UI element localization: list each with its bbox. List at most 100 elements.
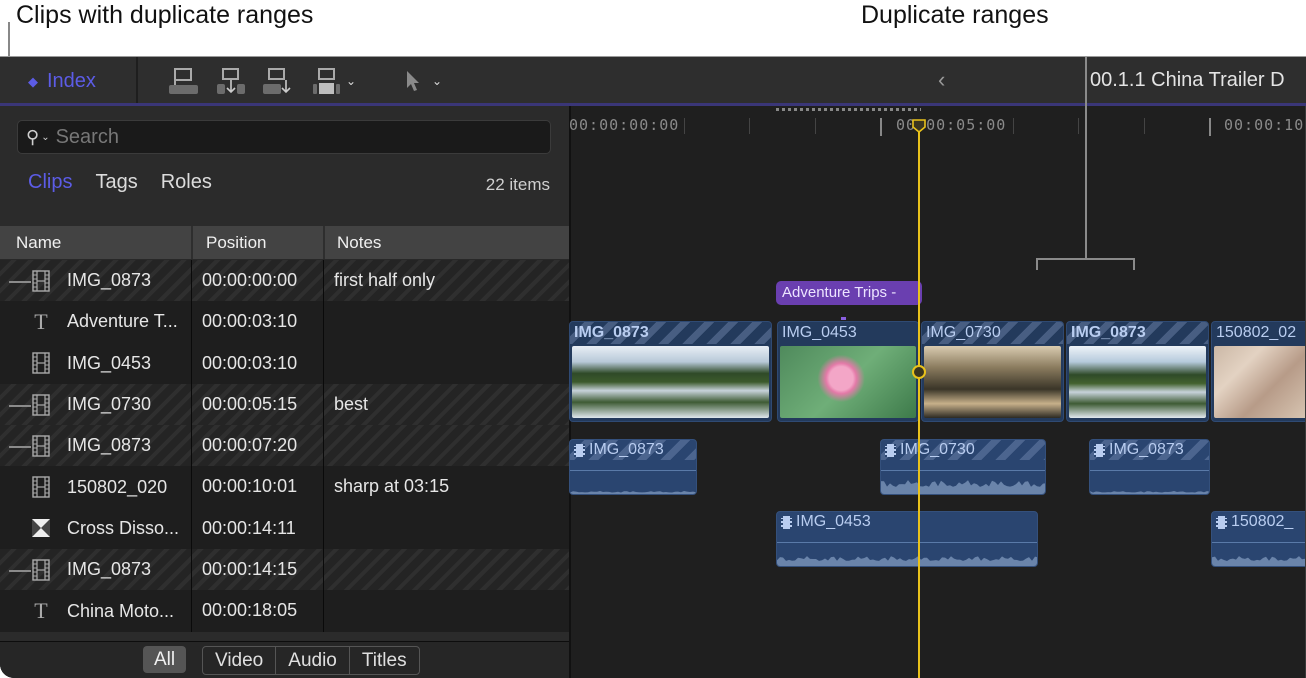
cell-notes[interactable]: first half only <box>323 260 569 302</box>
clip-name: 150802_ <box>1231 513 1294 530</box>
table-header: Name Position Notes <box>0 226 569 260</box>
select-tool-icon <box>407 71 419 91</box>
table-row[interactable]: 150802_020 00:00:10:01 sharp at 03:15 <box>0 466 569 508</box>
cell-position: 00:00:10:01 <box>191 466 323 508</box>
audio-clip[interactable]: IMG_0730 <box>880 439 1046 495</box>
audio-waveform <box>570 491 696 494</box>
audio-clip[interactable]: IMG_0873 <box>1089 439 1210 495</box>
connect-clip-button[interactable] <box>168 66 200 96</box>
timeline[interactable]: 00:00:00:00 00:00:05:00 00:00:10: Advent… <box>569 57 1306 678</box>
table-row[interactable]: IMG_0873 00:00:14:15 <box>0 549 569 591</box>
insert-clip-button[interactable] <box>216 66 246 96</box>
cell-notes[interactable] <box>323 590 569 632</box>
title-clip[interactable]: Adventure Trips - <box>776 281 922 305</box>
table-row[interactable]: T Adventure T... 00:00:03:10 <box>0 301 569 343</box>
back-chevron-icon[interactable]: ‹ <box>938 67 945 93</box>
search-options-chevron-icon[interactable]: ⌄ <box>41 132 49 143</box>
ruler-tick <box>1144 118 1145 134</box>
playhead-handle-icon[interactable] <box>912 119 926 133</box>
chevron-down-icon[interactable]: ⌄ <box>432 74 442 88</box>
clip-thumbnail <box>1069 346 1206 418</box>
range-indicator <box>776 108 921 111</box>
cell-position: 00:00:18:05 <box>191 590 323 632</box>
tab-tags[interactable]: Tags <box>95 171 137 194</box>
timeline-index-panel: ⚲ ⌄ Clips Tags Roles 22 items Name Posit… <box>0 106 569 678</box>
clip-name: IMG_0453 <box>67 352 152 373</box>
volume-line[interactable] <box>777 542 1037 543</box>
video-clip[interactable]: IMG_0873 <box>1066 321 1209 422</box>
film-icon <box>30 559 52 581</box>
tab-roles[interactable]: Roles <box>161 171 212 194</box>
ruler-timecode: 00:00:00:00 <box>569 116 680 134</box>
filter-video-button[interactable]: Video <box>203 647 277 674</box>
cell-name: Cross Disso... <box>0 508 191 549</box>
table-row[interactable]: Cross Disso... 00:00:14:11 <box>0 507 569 550</box>
playhead-position-dot <box>912 365 926 379</box>
video-clip[interactable]: IMG_0873 <box>569 321 772 422</box>
tab-clips[interactable]: Clips <box>28 171 72 194</box>
cell-notes[interactable] <box>323 342 569 384</box>
duplicate-connector <box>9 280 31 283</box>
clip-label: IMG_0730 <box>922 322 1063 344</box>
volume-line[interactable] <box>881 470 1045 471</box>
index-button[interactable]: ◆ Index <box>28 70 96 93</box>
clip-label: IMG_0730 <box>881 440 1045 460</box>
table-row[interactable]: T China Moto... 00:00:18:05 <box>0 590 569 632</box>
video-clip[interactable]: 150802_02 <box>1211 321 1306 422</box>
clip-name: IMG_0873 <box>589 441 664 458</box>
audio-clip[interactable]: IMG_0873 <box>569 439 697 495</box>
filter-audio-button[interactable]: Audio <box>276 647 350 674</box>
table-row[interactable]: IMG_0730 00:00:05:15 best <box>0 383 569 426</box>
column-header-name[interactable]: Name <box>0 226 191 259</box>
callout-duplicate-clips-label: Clips with duplicate ranges <box>16 1 314 29</box>
overwrite-clip-button[interactable]: ⌄ <box>312 66 356 96</box>
table-row[interactable]: IMG_0873 00:00:07:20 <box>0 425 569 467</box>
search-field[interactable]: ⚲ ⌄ <box>17 120 551 154</box>
cell-notes[interactable] <box>323 507 569 550</box>
cell-notes[interactable] <box>323 425 569 467</box>
clip-thumbnail <box>924 346 1061 418</box>
cell-notes[interactable]: sharp at 03:15 <box>323 466 569 508</box>
ruler-tick <box>1013 118 1014 134</box>
insert-clip-icon <box>217 68 245 94</box>
cell-notes[interactable] <box>323 549 569 591</box>
volume-line[interactable] <box>1212 542 1306 543</box>
ruler-tick <box>684 118 685 134</box>
final-cut-window: ◆ Index ⌄ ⌄ ‹ 00.1.1 China Trailer D ⚲ ⌄… <box>0 56 1306 678</box>
table-row[interactable]: IMG_0873 00:00:00:00 first half only <box>0 260 569 302</box>
filter-all-button[interactable]: All <box>143 646 186 673</box>
volume-line[interactable] <box>1090 470 1209 471</box>
diamond-icon: ◆ <box>28 73 38 89</box>
cell-notes[interactable] <box>323 301 569 343</box>
film-icon <box>30 435 52 457</box>
clip-label: 150802_ <box>1212 512 1306 532</box>
playhead[interactable] <box>918 120 920 678</box>
audio-waveform <box>881 480 1045 494</box>
append-clip-button[interactable] <box>262 66 292 96</box>
timeline-ruler[interactable]: 00:00:00:00 00:00:05:00 00:00:10: <box>569 106 1306 140</box>
ruler-tick <box>880 118 882 136</box>
clip-name: IMG_0873 <box>67 270 152 291</box>
cell-notes[interactable]: best <box>323 383 569 426</box>
select-tool-button[interactable]: ⌄ <box>404 66 442 96</box>
film-icon <box>781 515 792 529</box>
duplicate-range-bracket-right <box>1133 258 1135 270</box>
video-clip[interactable]: IMG_0453 <box>777 321 919 422</box>
duplicate-connector <box>9 404 31 407</box>
filter-bar: All Video Audio Titles <box>0 641 569 678</box>
filter-titles-button[interactable]: Titles <box>350 647 419 674</box>
audio-clip[interactable]: 150802_ <box>1211 511 1306 567</box>
clip-name: Cross Disso... <box>67 517 180 538</box>
search-input[interactable] <box>55 125 516 149</box>
index-label: Index <box>47 70 96 92</box>
chevron-down-icon[interactable]: ⌄ <box>346 74 356 88</box>
column-header-position[interactable]: Position <box>191 226 323 259</box>
table-row[interactable]: IMG_0453 00:00:03:10 <box>0 342 569 384</box>
film-icon <box>1216 515 1227 529</box>
video-clip[interactable]: IMG_0730 <box>921 321 1064 422</box>
audio-clip[interactable]: IMG_0453 <box>776 511 1038 567</box>
clip-label: IMG_0873 <box>1067 322 1208 344</box>
column-header-notes[interactable]: Notes <box>323 226 569 259</box>
clip-label: IMG_0873 <box>570 322 771 344</box>
volume-line[interactable] <box>570 470 696 471</box>
